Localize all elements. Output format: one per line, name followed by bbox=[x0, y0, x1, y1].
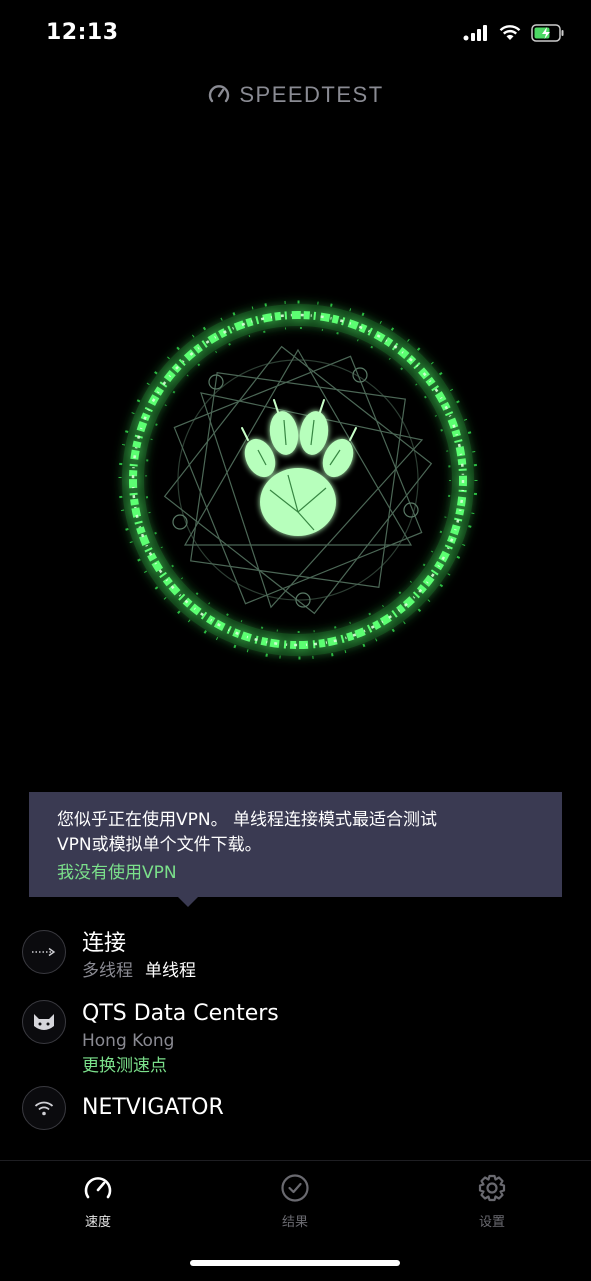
change-server-link[interactable]: 更换测速点 bbox=[82, 1054, 279, 1078]
vpn-tooltip: 您似乎正在使用VPN。 单线程连接模式最适合测试 VPN或模拟单个文件下载。 我… bbox=[29, 792, 562, 907]
tab-settings[interactable]: 设置 bbox=[452, 1173, 532, 1230]
server-name: QTS Data Centers bbox=[82, 1001, 279, 1026]
multi-thread-option[interactable]: 多线程 bbox=[82, 961, 133, 981]
tab-settings-label: 设置 bbox=[478, 1215, 505, 1230]
server-icon-wrap bbox=[22, 1000, 66, 1044]
network-name: NETVIGATOR bbox=[82, 1095, 224, 1120]
network-row: NETVIGATOR bbox=[22, 1086, 224, 1130]
battery-charging-icon bbox=[531, 24, 564, 42]
speedometer-logo-icon bbox=[209, 85, 230, 103]
network-icon-wrap bbox=[22, 1086, 66, 1130]
single-thread-option[interactable]: 单线程 bbox=[145, 961, 196, 981]
server-row: QTS Data Centers Hong Kong 更换测速点 bbox=[22, 1000, 279, 1078]
wifi-icon bbox=[499, 25, 521, 40]
cat-face-icon bbox=[34, 1014, 54, 1030]
tooltip-arrow bbox=[178, 897, 198, 907]
connection-row: 连接 多线程 单线程 bbox=[22, 930, 196, 984]
signal-icon bbox=[463, 25, 487, 41]
tab-results-label: 结果 bbox=[281, 1215, 308, 1230]
tab-results[interactable]: 结果 bbox=[255, 1173, 335, 1230]
speedtest-logo: SPEEDTEST bbox=[0, 82, 591, 108]
tab-speed[interactable]: 速度 bbox=[58, 1173, 138, 1230]
connection-title: 连接 bbox=[82, 931, 127, 956]
not-using-vpn-link[interactable]: 我没有使用VPN bbox=[57, 859, 534, 887]
connection-icon-wrap bbox=[22, 930, 66, 974]
status-time: 12:13 bbox=[46, 20, 119, 45]
paw-icon bbox=[244, 411, 354, 536]
dotted-arrow-icon bbox=[32, 947, 56, 957]
home-indicator[interactable] bbox=[190, 1260, 400, 1266]
server-location: Hong Kong bbox=[82, 1031, 175, 1051]
speedometer-icon bbox=[84, 1177, 112, 1199]
wifi-network-icon bbox=[34, 1101, 54, 1116]
brand-name: SPEEDTEST bbox=[239, 82, 384, 107]
check-circle-icon bbox=[281, 1174, 309, 1202]
go-button-paw-ring[interactable] bbox=[108, 290, 488, 670]
gear-icon bbox=[478, 1174, 506, 1202]
vpn-tooltip-line1: 您似乎正在使用VPN。 单线程连接模式最适合测试 bbox=[57, 810, 438, 830]
status-icons bbox=[463, 24, 565, 42]
vpn-tooltip-line2: VPN或模拟单个文件下载。 bbox=[57, 835, 262, 855]
status-bar: 12:13 bbox=[0, 0, 591, 70]
tab-speed-label: 速度 bbox=[84, 1215, 111, 1230]
